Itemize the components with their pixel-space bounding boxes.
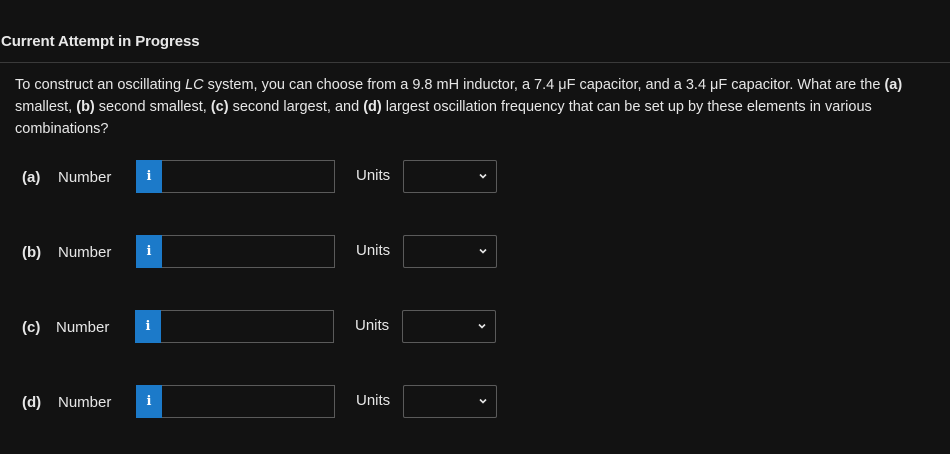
info-icon[interactable]: i <box>136 160 162 193</box>
page: Current Attempt in Progress To construct… <box>0 0 950 454</box>
answer-row-c: (c) Number i Units <box>0 310 950 344</box>
units-select-b[interactable] <box>403 235 497 268</box>
number-input-d[interactable] <box>162 385 335 418</box>
info-icon[interactable]: i <box>136 235 162 268</box>
header-divider <box>0 62 950 63</box>
units-label: Units <box>356 392 391 409</box>
number-input-b[interactable] <box>162 235 335 268</box>
info-icon[interactable]: i <box>135 310 161 343</box>
part-label: (c) <box>22 319 41 336</box>
chevron-down-icon <box>479 398 487 404</box>
number-label: Number <box>56 319 110 336</box>
chevron-down-icon <box>478 323 486 329</box>
number-label: Number <box>58 169 112 186</box>
info-icon[interactable]: i <box>136 385 162 418</box>
part-label: (d) <box>22 394 42 411</box>
section-title: Current Attempt in Progress <box>1 33 200 50</box>
units-label: Units <box>356 242 391 259</box>
part-label: (b) <box>22 244 42 261</box>
question-text: To construct an oscillating LC system, y… <box>15 77 903 137</box>
units-select-d[interactable] <box>403 385 497 418</box>
units-label: Units <box>355 317 390 334</box>
number-label: Number <box>58 244 112 261</box>
chevron-down-icon <box>479 173 487 179</box>
part-label: (a) <box>22 169 41 186</box>
units-label: Units <box>356 167 391 184</box>
number-label: Number <box>58 394 112 411</box>
units-select-c[interactable] <box>402 310 496 343</box>
units-select-a[interactable] <box>403 160 497 193</box>
chevron-down-icon <box>479 248 487 254</box>
number-input-c[interactable] <box>161 310 334 343</box>
answer-row-b: (b) Number i Units <box>0 235 950 269</box>
number-input-a[interactable] <box>162 160 335 193</box>
answer-row-d: (d) Number i Units <box>0 385 950 419</box>
answer-row-a: (a) Number i Units <box>0 160 950 194</box>
